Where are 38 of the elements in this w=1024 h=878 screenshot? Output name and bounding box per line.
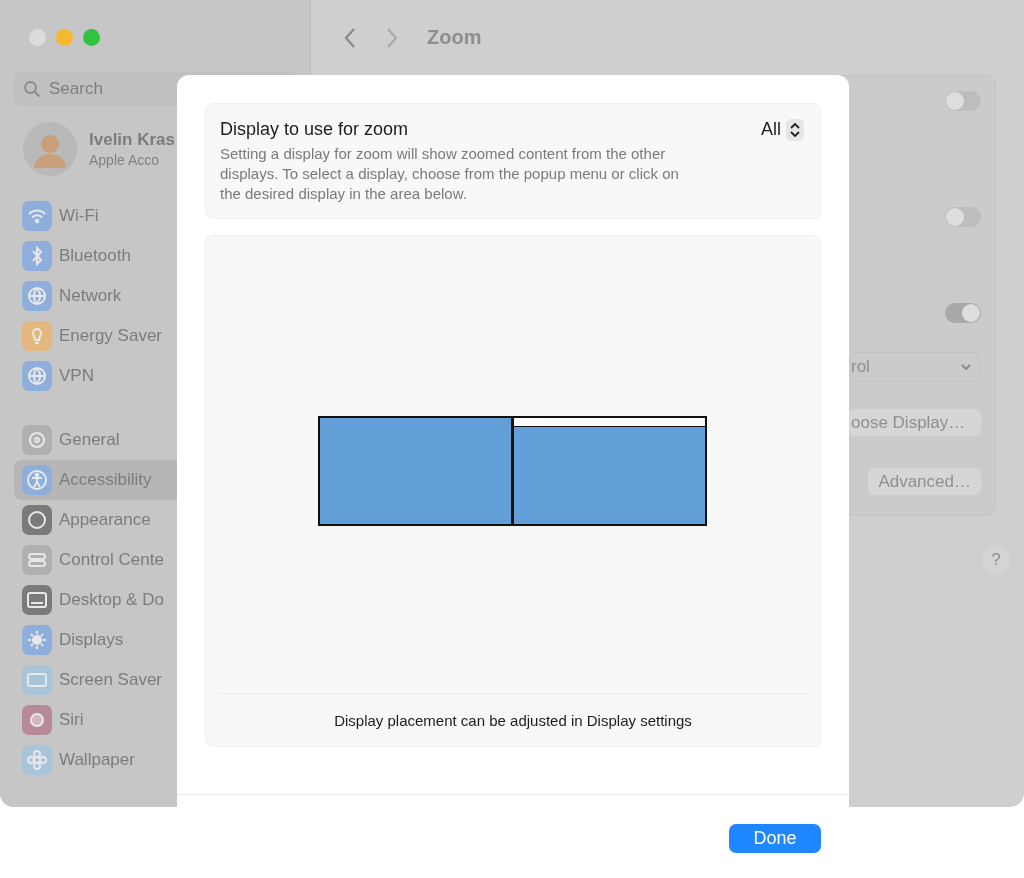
caption: Display placement can be adjusted in Display settings	[218, 693, 808, 746]
up-down-arrows-icon	[786, 119, 804, 141]
toggle-switch[interactable]	[945, 207, 981, 227]
panel-button[interactable]: Advanced…	[868, 468, 981, 495]
lightbulb-icon	[22, 321, 52, 351]
siri-icon	[22, 705, 52, 735]
chevron-down-icon	[960, 363, 972, 371]
bluetooth-icon	[22, 241, 52, 271]
globe-icon	[22, 361, 52, 391]
wifi-icon	[22, 201, 52, 231]
toggle-switch[interactable]	[945, 303, 981, 323]
done-button[interactable]: Done	[729, 824, 821, 853]
desktop-icon	[22, 585, 52, 615]
panel-button[interactable]: oose Display…	[849, 409, 981, 436]
display-preview[interactable]	[512, 415, 707, 526]
forward-icon[interactable]	[385, 26, 399, 49]
back-icon[interactable]	[343, 26, 357, 49]
accessibility-icon	[22, 465, 52, 495]
display-popup[interactable]: All	[761, 119, 804, 204]
appearance-icon	[22, 505, 52, 535]
account-subtitle: Apple Acco	[89, 152, 161, 168]
help-button[interactable]: ?	[982, 546, 1010, 574]
avatar[interactable]	[23, 122, 77, 176]
setting-description: Setting a display for zoom will show zoomed content from the other displays. To select a display, choose from the popup menu or click on the desired display in the area below.	[220, 144, 680, 204]
sun-icon	[22, 625, 52, 655]
account-name: Ivelin Kras	[89, 130, 175, 150]
toggles-icon	[22, 545, 52, 575]
setting-title: Display to use for zoom	[220, 119, 410, 140]
display-preview[interactable]	[318, 415, 513, 526]
flower-icon	[22, 745, 52, 775]
window-control-button[interactable]	[83, 29, 100, 46]
globe-icon	[22, 281, 52, 311]
window-title: Zoom	[427, 26, 482, 49]
toggle-switch[interactable]	[945, 91, 981, 111]
screen-icon	[22, 665, 52, 695]
gear-icon	[22, 425, 52, 455]
popup-menu[interactable]: rol	[850, 352, 981, 382]
window-control-button[interactable]	[56, 29, 73, 46]
